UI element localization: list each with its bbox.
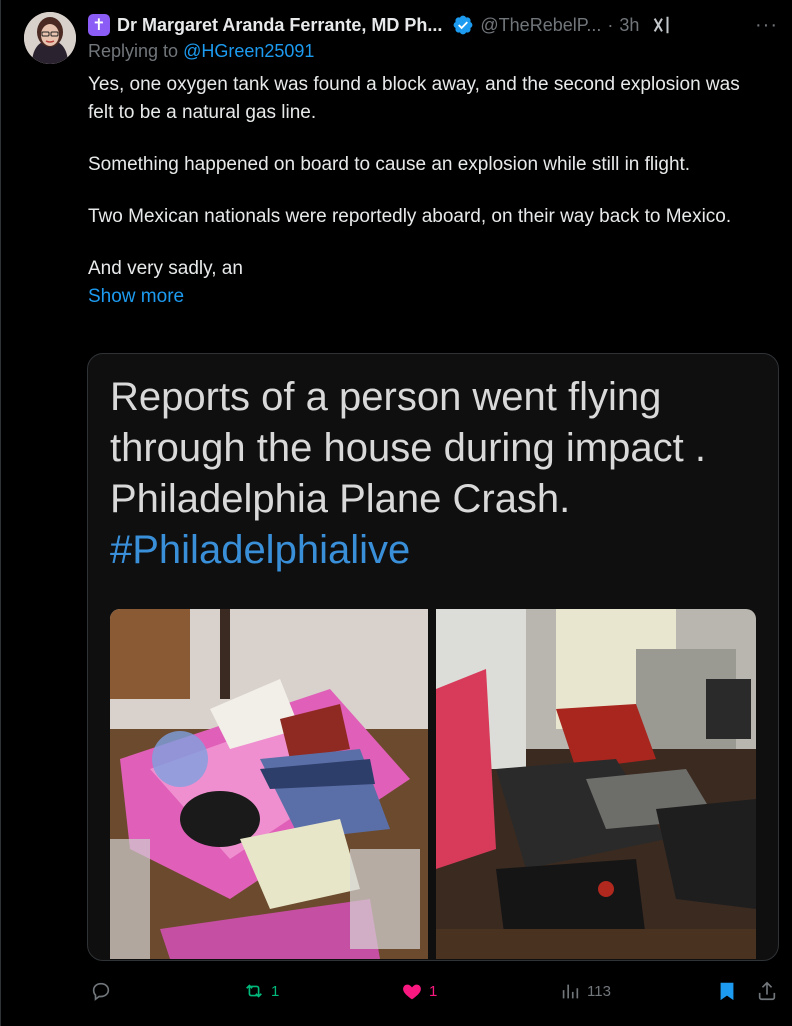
replying-to: Replying to @HGreen25091 <box>88 41 314 62</box>
caption-hashtag: #Philadelphialive <box>110 528 411 572</box>
replying-handle-link[interactable]: @HGreen25091 <box>183 41 314 61</box>
more-options-icon[interactable]: ··· <box>755 14 778 37</box>
caption-line: Philadelphia Plane Crash. <box>110 477 571 521</box>
post-time[interactable]: 3h <box>619 15 639 36</box>
heart-icon <box>403 984 421 1000</box>
post-paragraph: Yes, one oxygen tank was found a block a… <box>88 74 740 123</box>
debris-photo-right[interactable] <box>436 609 756 959</box>
bookmark-icon <box>720 982 734 1001</box>
media-caption: Reports of a person went flying through … <box>110 372 706 576</box>
replying-prefix: Replying to <box>88 41 184 61</box>
views-chart-icon <box>562 984 579 999</box>
caption-line: through the house during impact . <box>110 426 706 470</box>
bookmark-button[interactable] <box>716 980 738 1002</box>
show-more-link[interactable]: Show more <box>88 283 768 311</box>
post-text: Yes, one oxygen tank was found a block a… <box>88 71 768 311</box>
verified-badge-icon[interactable] <box>452 14 474 36</box>
separator-dot: · <box>607 14 614 35</box>
views-count: 113 <box>587 982 611 1000</box>
share-button[interactable] <box>756 980 778 1002</box>
media-card[interactable]: Reports of a person went flying through … <box>87 353 779 961</box>
post-paragraph: And very sadly, an <box>88 258 243 279</box>
repost-icon <box>246 984 262 998</box>
column-divider <box>0 0 1 1026</box>
avatar-portrait <box>24 12 76 64</box>
like-button[interactable]: 1 <box>401 980 437 1002</box>
repost-count: 1 <box>271 982 280 1000</box>
grok-icon[interactable] <box>651 14 673 36</box>
post-header: ✝ Dr Margaret Aranda Ferrante, MD Ph... … <box>88 11 778 39</box>
reply-button[interactable] <box>90 980 118 1002</box>
caption-line: Reports of a person went flying <box>110 375 662 419</box>
reply-icon <box>92 982 110 1001</box>
post-paragraph: Two Mexican nationals were reportedly ab… <box>88 206 732 227</box>
author-name[interactable]: Dr Margaret Aranda Ferrante, MD Ph... <box>117 15 442 36</box>
avatar[interactable] <box>24 12 76 64</box>
views-button[interactable]: 113 <box>559 980 611 1002</box>
like-count: 1 <box>429 982 438 1000</box>
repost-button[interactable]: 1 <box>243 980 279 1002</box>
debris-photo-left[interactable] <box>110 609 428 959</box>
action-bar: 1 1 113 <box>88 975 778 1007</box>
author-handle[interactable]: @TheRebelP... <box>480 15 601 36</box>
post-paragraph: Something happened on board to cause an … <box>88 154 691 175</box>
share-icon <box>758 981 776 1001</box>
cross-badge-icon: ✝ <box>88 14 110 36</box>
